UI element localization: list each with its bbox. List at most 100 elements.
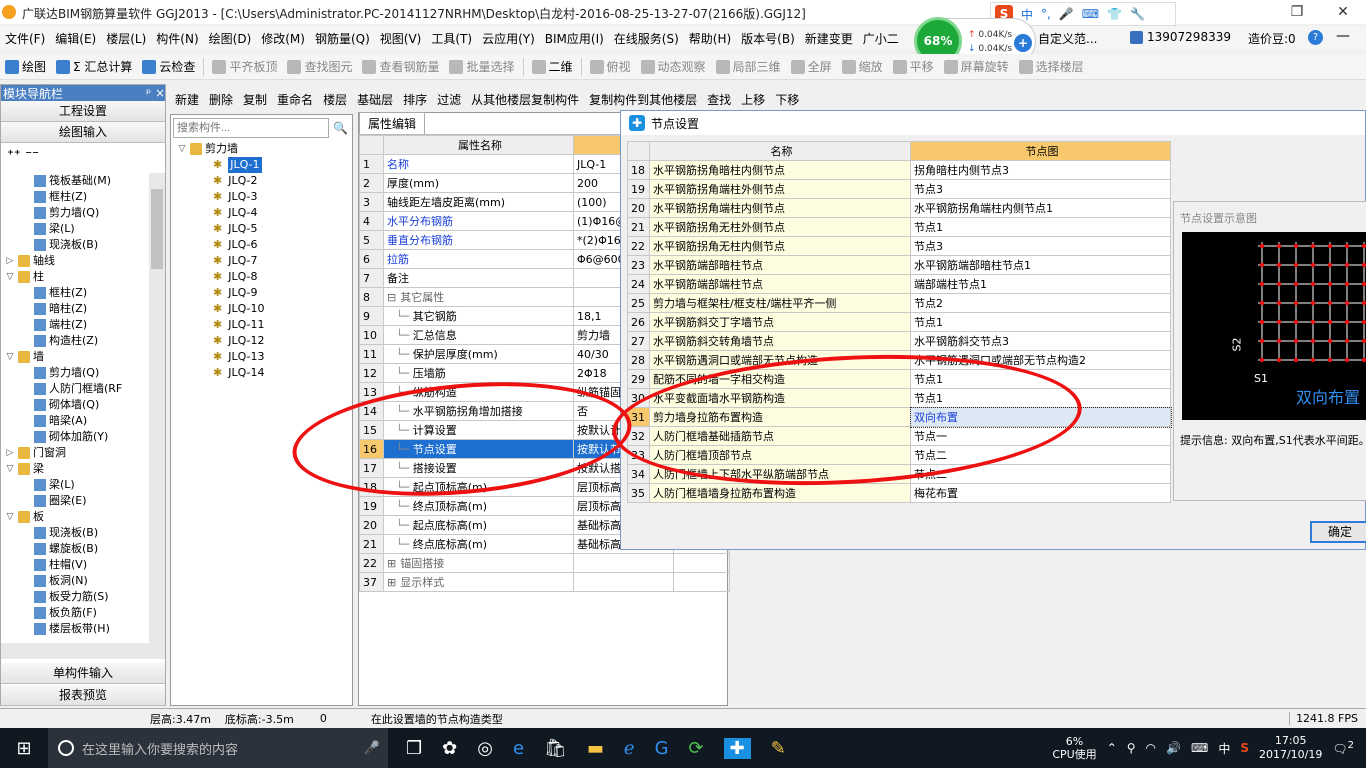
- node-row[interactable]: 21 水平钢筋拐角无柱外侧节点 节点1: [627, 217, 1171, 237]
- nav-tree-item[interactable]: 暗柱(Z): [1, 301, 151, 317]
- nav-hscrollbar[interactable]: [1, 643, 165, 659]
- nav-tree-item[interactable]: 框柱(Z): [1, 285, 151, 301]
- tray-expand-icon[interactable]: ⌃: [1107, 741, 1117, 755]
- single-component-button[interactable]: 单构件输入: [1, 663, 165, 684]
- toolbar2-item[interactable]: 上移: [736, 88, 770, 110]
- node-value[interactable]: 节点1: [910, 217, 1171, 237]
- ime-lang[interactable]: 中: [1218, 740, 1230, 757]
- component-item[interactable]: ✱ JLQ-2: [171, 173, 352, 189]
- node-row[interactable]: 22 水平钢筋拐角无柱内侧节点 节点3: [627, 236, 1171, 256]
- nav-scrollbar[interactable]: [149, 173, 165, 643]
- toolbar-item[interactable]: 俯视: [585, 56, 636, 78]
- node-row[interactable]: 20 水平钢筋拐角端柱内侧节点 水平钢筋拐角端柱内侧节点1: [627, 198, 1171, 218]
- component-item[interactable]: ✱ JLQ-14: [171, 365, 352, 381]
- toolbar2-item[interactable]: 查找: [702, 88, 736, 110]
- toolbar-item[interactable]: 缩放: [837, 56, 888, 78]
- toolbar2-item[interactable]: 排序: [398, 88, 432, 110]
- nav-tree-item[interactable]: 圈梁(E): [1, 493, 151, 509]
- group-toggle-icon[interactable]: ⊞: [387, 576, 396, 589]
- store-icon[interactable]: 🛍: [544, 738, 567, 759]
- group-toggle-icon[interactable]: ⊟: [387, 291, 396, 304]
- nav-tree-item[interactable]: 现浇板(B): [1, 237, 151, 253]
- tree-toggle-icon[interactable]: ▽: [5, 269, 15, 285]
- min-icon[interactable]: —: [1336, 28, 1350, 44]
- toolbar-item[interactable]: 绘图: [0, 56, 51, 78]
- tree-toggle-icon[interactable]: ▽: [5, 509, 15, 525]
- wrench-icon[interactable]: 🔧: [1130, 7, 1145, 21]
- toolbar-item[interactable]: 全屏: [786, 56, 837, 78]
- ok-button[interactable]: 确定: [1310, 521, 1366, 543]
- component-item[interactable]: ✱ JLQ-12: [171, 333, 352, 349]
- toolbar2-item[interactable]: 重命名: [272, 88, 318, 110]
- nav-tree-item[interactable]: 砌体墙(Q): [1, 397, 151, 413]
- tree-toggle-icon[interactable]: ▽: [5, 461, 15, 477]
- component-item[interactable]: ✱ JLQ-6: [171, 237, 352, 253]
- fan-icon[interactable]: ✿: [442, 738, 457, 759]
- price-beans[interactable]: 造价豆:0: [1248, 30, 1296, 47]
- notepad-icon[interactable]: ✎: [771, 738, 786, 759]
- toolbar-item[interactable]: 平齐板顶: [207, 56, 282, 78]
- user-phone[interactable]: 13907298339: [1130, 30, 1231, 44]
- toolbar-item[interactable]: 动态观察: [636, 56, 711, 78]
- toolbar2-item[interactable]: 复制: [238, 88, 272, 110]
- toolbar-item[interactable]: Σ 汇总计算: [51, 56, 137, 78]
- nav-tree-item[interactable]: ▷ 轴线: [1, 253, 151, 269]
- nav-tree-item[interactable]: 梁(L): [1, 221, 151, 237]
- pin-icon[interactable]: ᵖ: [146, 86, 151, 100]
- nav-tree-item[interactable]: 砌体加筋(Y): [1, 429, 151, 445]
- toolbar2-item[interactable]: 基础层: [352, 88, 398, 110]
- report-preview-button[interactable]: 报表预览: [1, 685, 165, 706]
- nav-tree-item[interactable]: 板受力筋(S): [1, 589, 151, 605]
- windows-start-icon[interactable]: ⊞: [0, 738, 48, 759]
- toolbar2-item[interactable]: 从其他楼层复制构件: [466, 88, 584, 110]
- nav-tree-item[interactable]: 人防门框墙(RF: [1, 381, 151, 397]
- property-row[interactable]: 37 ⊞ 显示样式: [359, 572, 730, 592]
- node-row[interactable]: 18 水平钢筋拐角暗柱内侧节点 拐角暗柱内侧节点3: [627, 160, 1171, 180]
- glodon-app-icon[interactable]: ✚: [723, 737, 751, 759]
- chrome-like-icon[interactable]: ◎: [477, 738, 493, 759]
- nav-tree-item[interactable]: 螺旋板(B): [1, 541, 151, 557]
- menu-item[interactable]: 工具(T): [426, 30, 477, 47]
- component-item[interactable]: ✱ JLQ-8: [171, 269, 352, 285]
- menu-item[interactable]: 在线服务(S): [609, 30, 684, 47]
- toolbar2-item[interactable]: 复制构件到其他楼层: [584, 88, 702, 110]
- ggj-icon[interactable]: G: [655, 738, 669, 759]
- nav-tree-item[interactable]: 框柱(Z): [1, 189, 151, 205]
- component-root[interactable]: ▽ 剪力墙: [177, 141, 352, 157]
- nav-tree-item[interactable]: 暗梁(A): [1, 413, 151, 429]
- expand-collapse-icons[interactable]: ⁺⁺ ⁻⁻: [1, 143, 165, 167]
- node-row[interactable]: 27 水平钢筋斜交转角墙节点 水平钢筋斜交节点3: [627, 331, 1171, 351]
- nav-close-icon[interactable]: ×: [155, 86, 165, 100]
- menu-item[interactable]: 广小二: [858, 30, 904, 47]
- menu-item[interactable]: 云应用(Y): [477, 30, 540, 47]
- tree-toggle-icon[interactable]: ▷: [5, 253, 15, 269]
- node-value[interactable]: 节点2: [910, 293, 1171, 313]
- nav-tree-item[interactable]: ▷ 门窗洞: [1, 445, 151, 461]
- drawing-input-button[interactable]: 绘图输入: [1, 122, 165, 143]
- close-icon[interactable]: ✕: [1320, 0, 1366, 24]
- tree-toggle-icon[interactable]: ▷: [5, 445, 15, 461]
- menu-item[interactable]: BIM应用(I): [540, 30, 609, 47]
- menu-item[interactable]: 视图(V): [375, 30, 427, 47]
- node-value[interactable]: 节点3: [910, 179, 1171, 199]
- property-value[interactable]: [573, 553, 674, 573]
- nav-tree-item[interactable]: 构造柱(Z): [1, 333, 151, 349]
- menu-item[interactable]: 绘图(D): [204, 30, 257, 47]
- node-value[interactable]: 节点3: [910, 236, 1171, 256]
- component-item[interactable]: ✱ JLQ-10: [171, 301, 352, 317]
- component-item[interactable]: ✱ JLQ-4: [171, 205, 352, 221]
- toolbar-item[interactable]: 二维: [527, 56, 578, 78]
- explorer-icon[interactable]: ▬: [587, 738, 604, 759]
- menu-item[interactable]: 编辑(E): [50, 30, 101, 47]
- custom-range[interactable]: 自定义范...: [1038, 30, 1097, 47]
- nav-tree-item[interactable]: 剪力墙(Q): [1, 365, 151, 381]
- toolbar-item[interactable]: 选择楼层: [1014, 56, 1089, 78]
- toolbar-item[interactable]: 局部三维: [711, 56, 786, 78]
- property-row[interactable]: 22 ⊞ 锚固搭接: [359, 553, 730, 573]
- node-row[interactable]: 23 水平钢筋端部暗柱节点 水平钢筋端部暗柱节点1: [627, 255, 1171, 275]
- node-value[interactable]: 水平钢筋拐角端柱内侧节点1: [910, 198, 1171, 218]
- menu-item[interactable]: 帮助(H): [684, 30, 736, 47]
- toolbar2-item[interactable]: 过滤: [432, 88, 466, 110]
- toolbar-item[interactable]: 云检查: [137, 56, 200, 78]
- clock-date[interactable]: 2017/10/19: [1259, 748, 1322, 762]
